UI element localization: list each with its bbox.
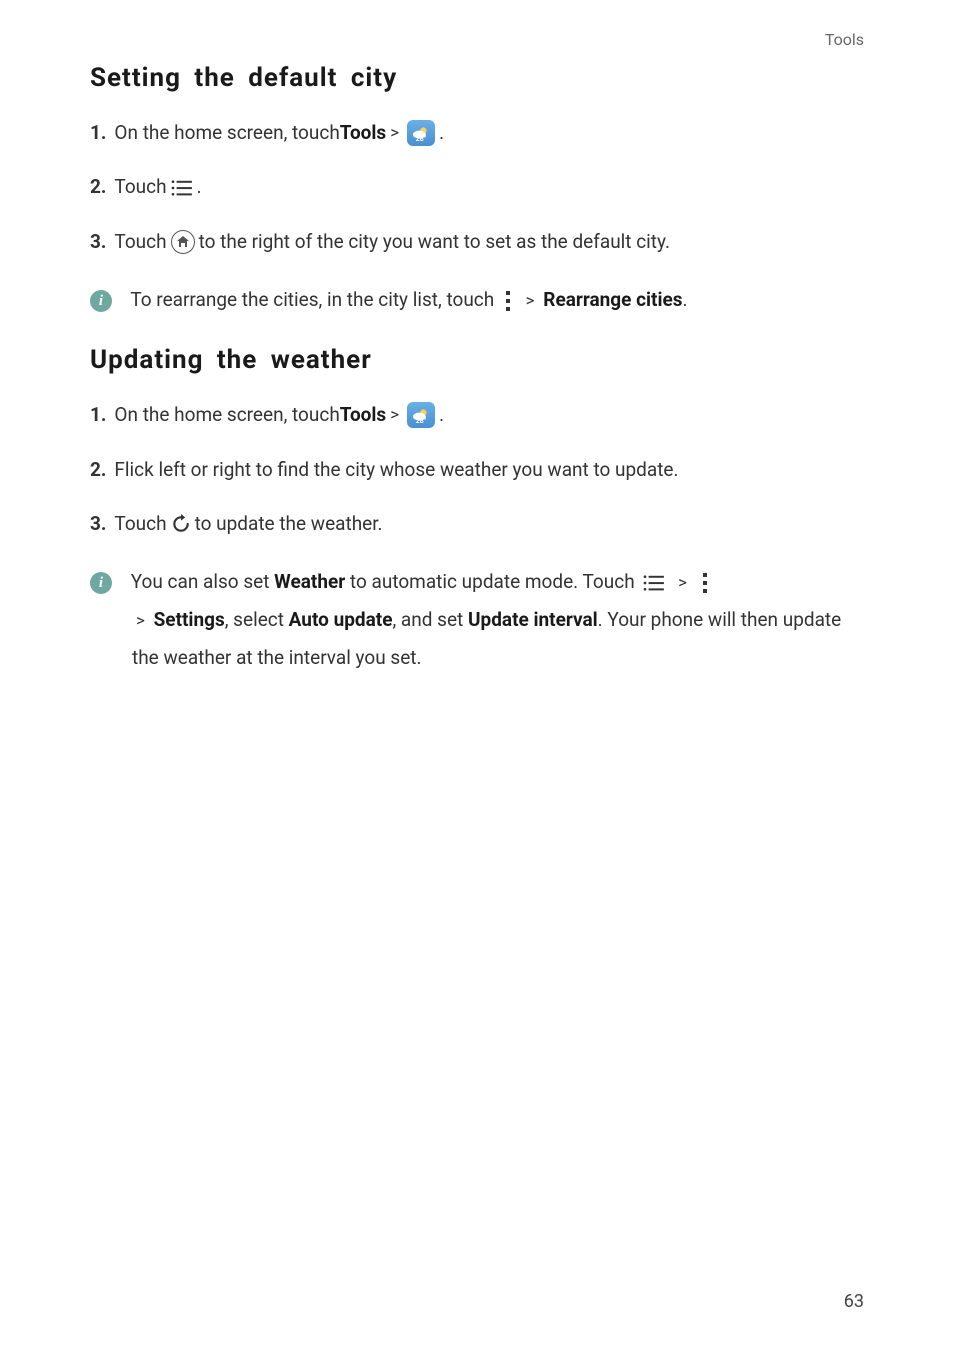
step-number: 2. bbox=[90, 455, 106, 485]
separator-gt: > bbox=[390, 120, 399, 147]
step-number: 3. bbox=[90, 509, 106, 539]
weather-label: Weather bbox=[274, 570, 345, 593]
note-text: , and set bbox=[392, 608, 468, 631]
step-text: Touch bbox=[114, 227, 166, 257]
heading-updating-weather: Updating the weather bbox=[90, 345, 864, 375]
step-number: 3. bbox=[90, 227, 106, 257]
tools-label: Tools bbox=[340, 118, 386, 148]
step-2-s1: 2. Touch . bbox=[90, 172, 864, 202]
kebab-menu-icon bbox=[503, 290, 513, 312]
step-3-s1: 3. Touch to the right of the city you wa… bbox=[90, 227, 864, 257]
list-menu-icon bbox=[171, 179, 193, 197]
note-text: , select bbox=[225, 608, 289, 631]
step-period: . bbox=[439, 400, 444, 430]
heading-setting-default-city: Setting the default city bbox=[90, 63, 864, 93]
kebab-menu-icon bbox=[700, 572, 710, 594]
note-auto-update: i You can also set Weather to automatic … bbox=[90, 563, 864, 677]
weather-app-icon: 28° bbox=[407, 402, 435, 428]
note-text: To rearrange the cities, in the city lis… bbox=[130, 288, 499, 311]
step-text: Touch bbox=[114, 172, 166, 202]
separator-gt: > bbox=[678, 573, 687, 593]
settings-label: Settings bbox=[154, 608, 225, 631]
step-text: to the right of the city you want to set… bbox=[199, 227, 670, 257]
weather-temp-label: 28° bbox=[416, 416, 427, 427]
step-number: 1. bbox=[90, 118, 106, 148]
separator-gt: > bbox=[136, 611, 145, 631]
step-1-s2: 1. On the home screen, touch Tools > 28°… bbox=[90, 400, 864, 430]
separator-gt: > bbox=[526, 291, 535, 311]
note-period: . bbox=[683, 288, 688, 311]
step-period: . bbox=[197, 172, 202, 202]
step-number: 2. bbox=[90, 172, 106, 202]
list-menu-icon bbox=[643, 574, 665, 592]
note-text: You can also set bbox=[131, 570, 274, 593]
auto-update-label: Auto update bbox=[289, 608, 393, 631]
step-text: to update the weather. bbox=[195, 509, 383, 539]
step-2-s2: 2. Flick left or right to find the city … bbox=[90, 455, 864, 485]
weather-temp-label: 28° bbox=[416, 134, 427, 145]
step-text: Touch bbox=[114, 509, 166, 539]
step-text: Flick left or right to find the city who… bbox=[114, 455, 678, 485]
home-circle-icon bbox=[171, 230, 195, 254]
separator-gt: > bbox=[390, 402, 399, 429]
step-text: On the home screen, touch bbox=[114, 400, 339, 430]
step-number: 1. bbox=[90, 400, 106, 430]
rearrange-label: Rearrange cities bbox=[543, 288, 682, 311]
page-category: Tools bbox=[825, 30, 864, 49]
step-1-s1: 1. On the home screen, touch Tools > 28°… bbox=[90, 118, 864, 148]
weather-app-icon: 28° bbox=[407, 120, 435, 146]
info-icon: i bbox=[90, 572, 112, 594]
step-3-s2: 3. Touch to update the weather. bbox=[90, 509, 864, 539]
step-text: On the home screen, touch bbox=[114, 118, 339, 148]
page-number: 63 bbox=[844, 1291, 864, 1312]
note-text: to automatic update mode. Touch bbox=[345, 570, 639, 593]
update-interval-label: Update interval bbox=[468, 608, 598, 631]
info-icon: i bbox=[90, 290, 112, 312]
step-period: . bbox=[439, 118, 444, 148]
note-rearrange: i To rearrange the cities, in the city l… bbox=[90, 281, 864, 319]
refresh-icon bbox=[171, 514, 191, 534]
tools-label: Tools bbox=[340, 400, 386, 430]
